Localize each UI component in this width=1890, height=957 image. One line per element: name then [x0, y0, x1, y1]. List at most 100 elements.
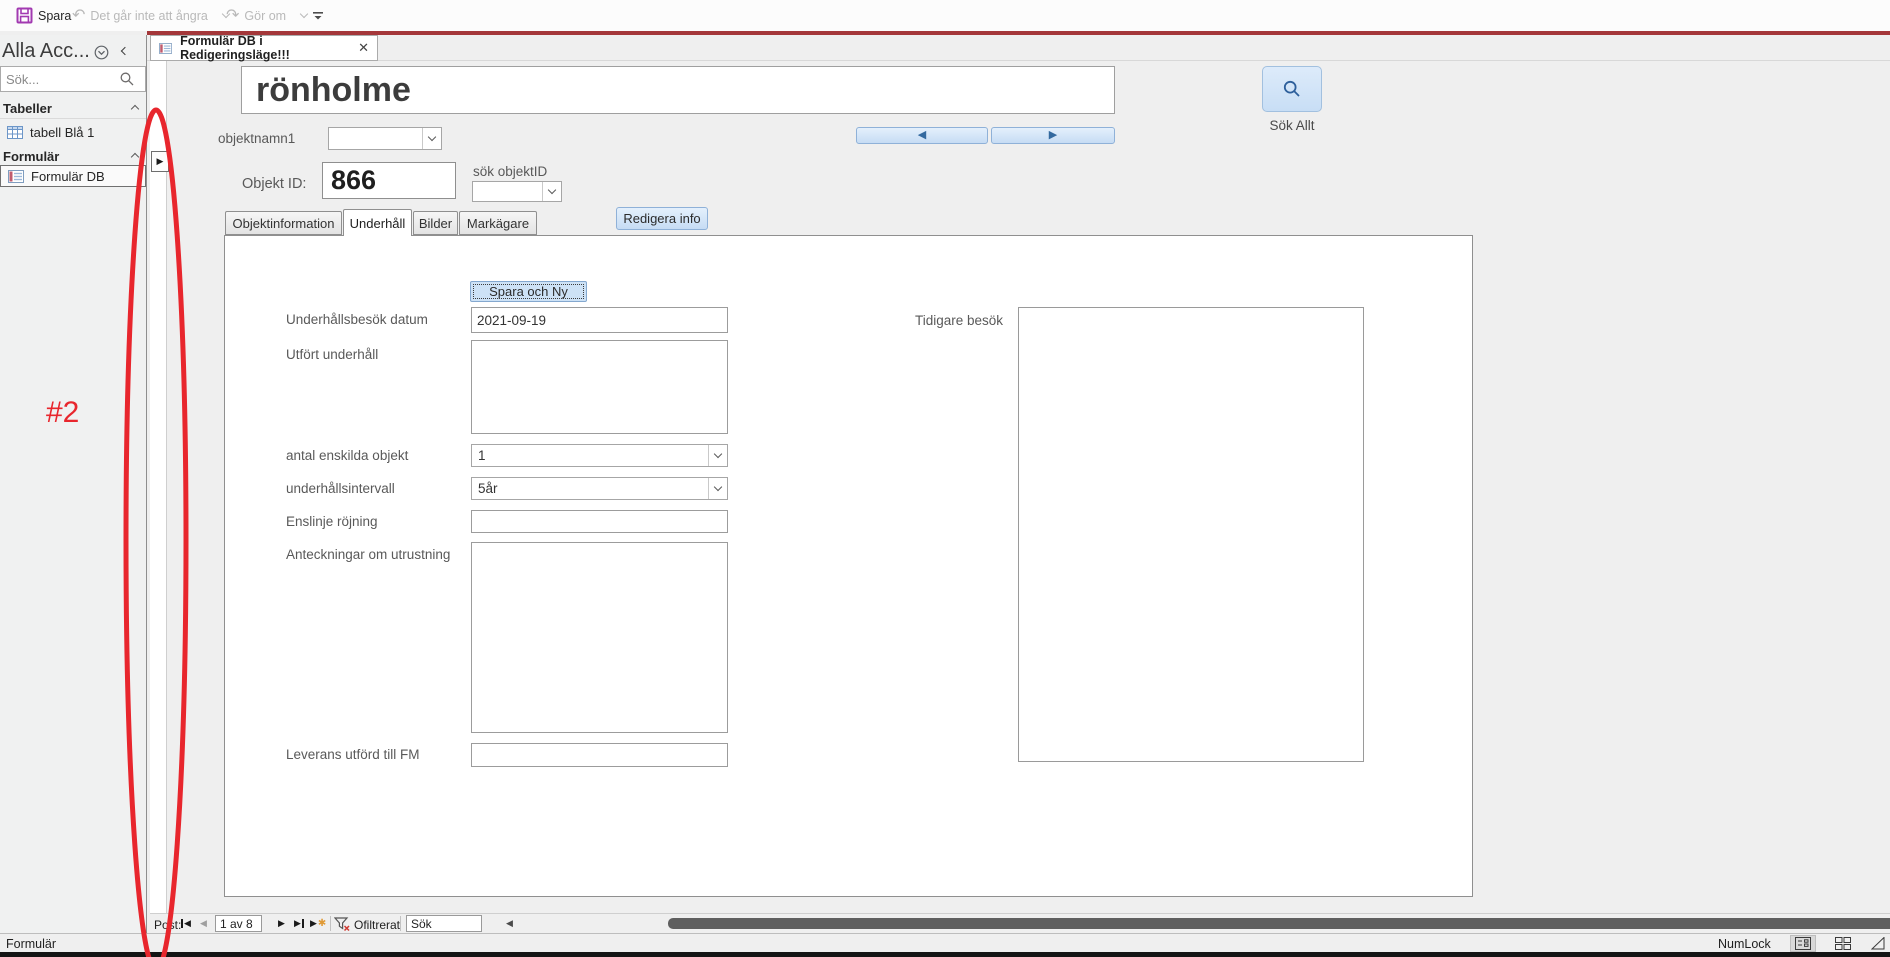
chevron-up-icon — [130, 104, 140, 113]
tab-underhall[interactable]: Underhåll — [343, 209, 412, 236]
access-window: Spara ↶ Det går inte att ångra ↷ Gör om … — [0, 0, 1890, 957]
previous-record-button[interactable]: ◀ — [856, 127, 988, 144]
search-all-label: Sök Allt — [1269, 118, 1315, 133]
save-label: Spara — [38, 8, 72, 23]
layout-view-button[interactable] — [1830, 935, 1856, 952]
utfort-underhall-textarea[interactable] — [471, 340, 728, 434]
new-record-star-icon: ✱ — [317, 918, 327, 929]
tab-markagare[interactable]: Markägare — [459, 211, 537, 235]
customize-qat-button[interactable] — [312, 0, 324, 31]
record-search-input[interactable] — [406, 915, 482, 932]
previous-record-button[interactable]: ◀ — [200, 916, 207, 931]
objektnamn1-label: objektnamn1 — [218, 131, 296, 146]
last-record-button[interactable]: ▶ — [294, 916, 304, 931]
triangle-left-icon: ◀ — [917, 129, 927, 141]
sok-objektid-combo[interactable] — [472, 181, 562, 202]
new-record-button[interactable]: ▶ ✱ — [310, 916, 326, 931]
field-label-enslinje-rojning: Enslinje röjning — [286, 514, 378, 529]
save-button[interactable]: Spara — [16, 0, 71, 31]
redo-dropdown-icon[interactable] — [299, 9, 309, 19]
table-icon — [7, 125, 23, 139]
shutter-bar-close-icon[interactable] — [120, 46, 130, 56]
funnel-filter-icon — [334, 917, 350, 932]
design-view-button[interactable] — [1868, 935, 1890, 952]
nav-group-formular[interactable]: Formulär — [0, 147, 146, 167]
antal-enskilda-objekt-combo[interactable]: 1 — [471, 444, 728, 467]
chevron-down-icon[interactable] — [708, 445, 727, 466]
sidebar-item-formular-db[interactable]: Formulär DB — [0, 165, 146, 187]
form-title-textbox[interactable]: rönholme — [241, 66, 1115, 114]
next-record-button[interactable]: ▶ — [278, 916, 285, 931]
window-bottom-edge — [0, 952, 1890, 957]
nav-pane-menu-icon[interactable] — [94, 45, 109, 60]
undo-button[interactable]: ↶ Det går inte att ångra — [72, 0, 231, 31]
next-record-button[interactable]: ▶ — [991, 127, 1115, 144]
record-position-box[interactable]: 1 av 8 — [215, 915, 262, 932]
document-tab[interactable]: Formulär DB i Redigeringsläge!!! ✕ — [150, 34, 378, 62]
document-tab-title: Formulär DB i Redigeringsläge!!! — [180, 34, 290, 62]
field-label-utfort-underhall: Utfört underhåll — [286, 347, 379, 362]
nav-search-box[interactable] — [0, 66, 146, 92]
chevron-down-icon[interactable] — [542, 182, 561, 201]
magnifier-icon — [1283, 80, 1300, 97]
nav-pane-title: Alla Acc... — [2, 40, 90, 62]
field-label-leverans-utford-till-fm: Leverans utförd till FM — [286, 747, 420, 762]
nav-group-tabeller[interactable]: Tabeller — [0, 99, 146, 119]
anteckningar-om-utrustning-textarea[interactable] — [471, 542, 728, 733]
save-and-new-button[interactable]: Spara och Ny — [470, 281, 587, 302]
customize-toolbar-icon — [313, 11, 323, 19]
combo-value: 5år — [478, 481, 498, 496]
close-icon[interactable]: ✕ — [358, 40, 369, 56]
field-label-underhallsintervall: underhållsintervall — [286, 481, 395, 496]
tidigare-besok-label: Tidigare besök — [915, 313, 1004, 328]
combo-value: 1 — [478, 448, 486, 463]
sok-objektid-label: sök objektID — [473, 164, 548, 179]
separator — [400, 916, 401, 931]
quick-access-toolbar: Spara ↶ Det går inte att ångra ↷ Gör om — [0, 0, 1890, 31]
expand-record-button[interactable]: ▶ — [151, 151, 169, 172]
tab-objektinformation[interactable]: Objektinformation — [225, 211, 342, 235]
tab-bilder[interactable]: Bilder — [413, 211, 458, 235]
sidebar-item-label: tabell Blå 1 — [30, 124, 95, 140]
first-record-button[interactable]: ◀ — [181, 916, 191, 931]
chevron-down-icon[interactable] — [422, 128, 441, 149]
form-view-button[interactable] — [1790, 935, 1816, 952]
tidigare-besok-listbox[interactable] — [1018, 307, 1364, 762]
undo-arrow-icon: ↶ — [72, 6, 86, 24]
layout-view-icon — [1835, 937, 1851, 950]
field-label-anteckningar-om-utrustning: Anteckningar om utrustning — [286, 547, 451, 562]
view-mode-label: Formulär — [6, 937, 57, 951]
sidebar-item-label: Formulär DB — [31, 168, 105, 184]
undo-label: Det går inte att ångra — [90, 8, 208, 23]
redo-arrow-icon: ↷ — [226, 6, 240, 24]
separator — [330, 916, 331, 931]
floppy-icon — [16, 7, 33, 24]
record-selector-strip — [150, 61, 167, 913]
field-label-underhallsbesok-datum: Underhållsbesök datum — [286, 312, 428, 327]
sidebar-item-tabell-bla-1[interactable]: tabell Blå 1 — [0, 121, 146, 143]
numlock-indicator: NumLock — [1718, 937, 1771, 951]
nav-group-label: Tabeller — [3, 101, 52, 116]
underhallsintervall-combo[interactable]: 5år — [471, 477, 728, 500]
search-all-button[interactable] — [1262, 66, 1322, 112]
post-label: Post: — [154, 918, 182, 932]
redo-button[interactable]: ↷ Gör om — [226, 0, 309, 31]
enslinje-rojning-input[interactable] — [471, 510, 728, 533]
objektnamn1-combo[interactable] — [328, 127, 442, 150]
navigation-pane: Alla Acc... Tabeller tabell — [0, 35, 147, 933]
triangle-right-icon: ▶ — [1048, 129, 1058, 141]
filter-status-button[interactable]: Ofiltrerat — [354, 918, 400, 932]
objekt-id-textbox[interactable]: 866 — [322, 162, 456, 199]
underhallsbesok-datum-input[interactable] — [471, 307, 728, 333]
chevron-up-icon — [130, 152, 140, 161]
leverans-utford-till-fm-input[interactable] — [471, 743, 728, 767]
horizontal-scrollbar-thumb[interactable] — [668, 918, 1890, 929]
chevron-down-icon[interactable] — [708, 478, 727, 499]
nav-group-label: Formulär — [3, 149, 60, 164]
triangle-right-icon: ▶ — [156, 156, 164, 166]
record-navigation-bar: Post: ◀ ◀ 1 av 8 ▶ ▶ ▶✱ Ofiltrerat ◀ — [150, 913, 1890, 933]
hscroll-left-arrow[interactable]: ◀ — [506, 916, 513, 931]
search-icon — [120, 72, 134, 86]
nav-search-input[interactable] — [1, 68, 119, 90]
edit-info-button[interactable]: Redigera info — [616, 207, 708, 230]
